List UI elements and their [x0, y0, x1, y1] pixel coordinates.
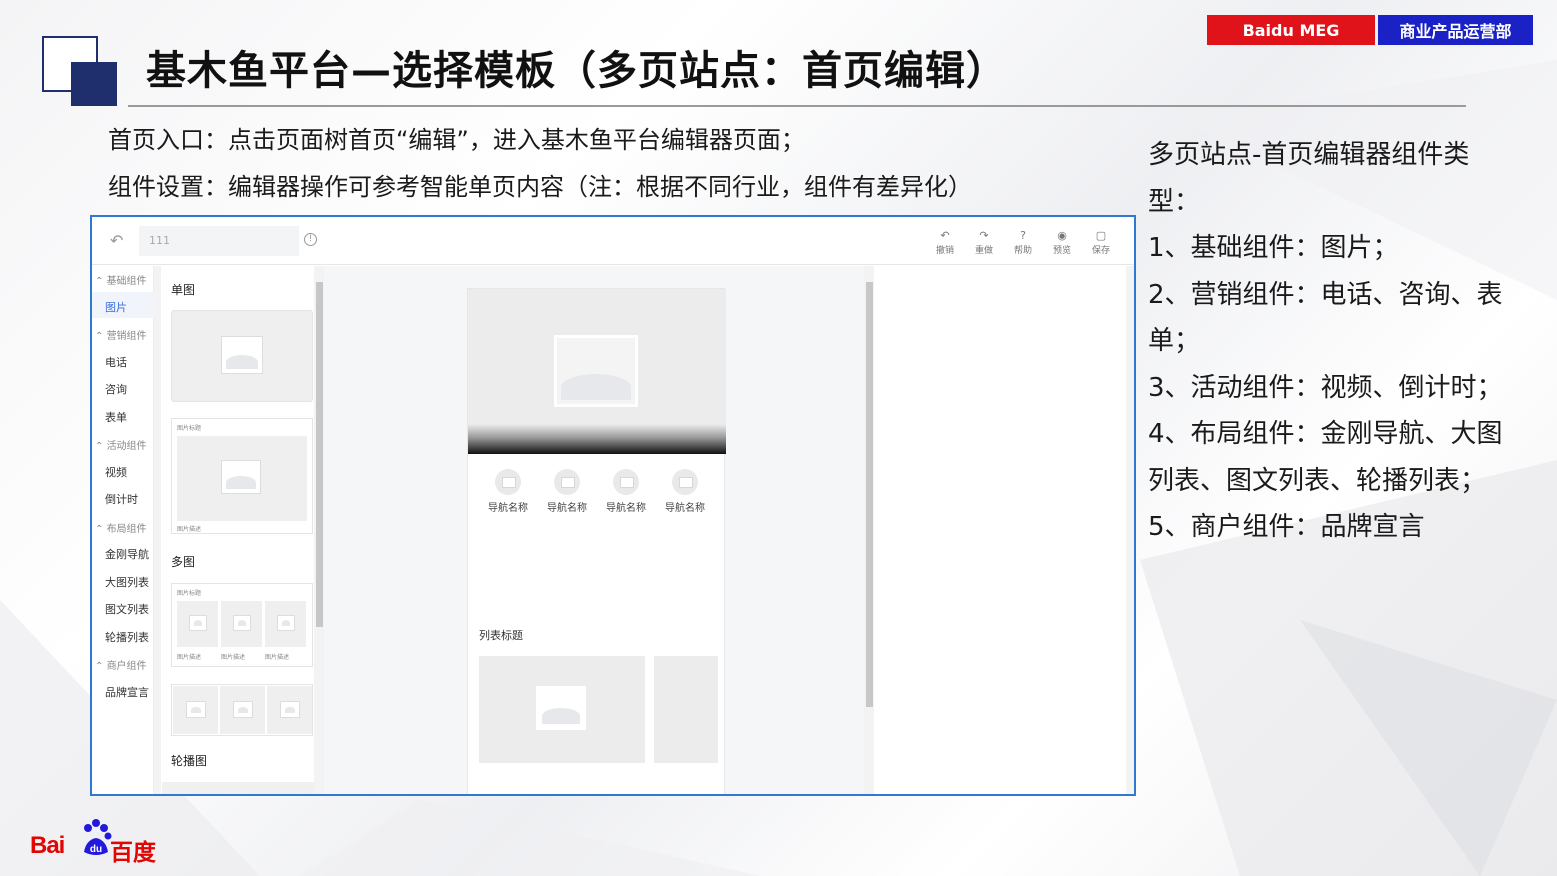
- sidebar-item-countdown[interactable]: 倒计时: [105, 491, 138, 507]
- property-panel: [876, 266, 1134, 794]
- image-placeholder-icon: [554, 335, 638, 407]
- svg-text:du: du: [90, 844, 102, 855]
- library-scrollbar[interactable]: [316, 282, 323, 627]
- phone-preview: 导航名称 导航名称 导航名称 导航名称 列表标题: [467, 288, 726, 794]
- back-icon[interactable]: ↶: [110, 231, 123, 250]
- sidebar-item-brand[interactable]: 品牌宣言: [105, 684, 149, 700]
- header-square-fill: [71, 62, 117, 106]
- info-icon[interactable]: !: [304, 233, 317, 246]
- nav-image-icon: [613, 469, 639, 495]
- panel-item-basic: 1、基础组件：图片；: [1148, 233, 1399, 263]
- panel-item-marketing: 2、营销组件：电话、咨询、表单；: [1148, 279, 1503, 357]
- page-name-input[interactable]: 111: [139, 226, 299, 256]
- sidebar-item-form[interactable]: 表单: [105, 409, 127, 425]
- undo-icon: ↶: [940, 229, 950, 242]
- sidebar-item-nav[interactable]: 金刚导航: [105, 546, 149, 562]
- image-placeholder-icon: [280, 701, 300, 718]
- library-heading-multi: 多图: [171, 555, 196, 569]
- sidebar-group-layout[interactable]: ⌃ 布局组件: [95, 520, 147, 535]
- nav-image-icon: [495, 469, 521, 495]
- title-divider: [128, 105, 1466, 107]
- image-placeholder-icon: [233, 615, 251, 631]
- intro-line-settings: 组件设置：编辑器操作可参考智能单页内容（注：根据不同行业，组件有差异化）: [108, 173, 972, 201]
- panel-item-layout: 4、布局组件：金刚导航、大图列表、图文列表、轮播列表；: [1148, 419, 1503, 496]
- library-heading-carousel: 轮播图: [171, 754, 208, 768]
- eye-icon: ◉: [1057, 229, 1067, 242]
- intro-line-entry: 首页入口：点击页面树首页“编辑”，进入基木鱼平台编辑器页面；: [108, 126, 805, 154]
- baidu-meg-tag: Baidu MEG: [1207, 15, 1375, 45]
- help-button[interactable]: ? 帮助: [1008, 229, 1038, 256]
- list-title: 列表标题: [479, 629, 523, 642]
- nav-item[interactable]: 导航名称: [601, 469, 651, 514]
- sidebar-group-activity[interactable]: ⌃ 活动组件: [95, 437, 147, 452]
- template-multi-image[interactable]: [171, 684, 313, 736]
- sidebar-item-image-text-list[interactable]: 图文列表: [105, 601, 149, 617]
- redo-button[interactable]: ↷ 重做: [969, 229, 999, 256]
- sidebar-group-marketing[interactable]: ⌃ 营销组件: [95, 327, 147, 342]
- panel-item-activity: 3、活动组件：视频、倒计时；: [1148, 372, 1503, 403]
- component-sidebar: ⌃ 基础组件 图片 ⌃ 营销组件 电话 咨询 表单 ⌃ 活动组件 视频 倒计时 …: [92, 266, 154, 794]
- sidebar-item-carousel-list[interactable]: 轮播列表: [105, 629, 149, 645]
- nav-image-icon: [554, 469, 580, 495]
- list-card-image[interactable]: [479, 656, 645, 763]
- editor-toolbar: ↶ 111 ! ↶ 撤销 ↷ 重做 ? 帮助 ◉ 预览 ▢ 保存: [92, 217, 1134, 265]
- template-image-with-caption[interactable]: 图片标题 图片描述: [171, 418, 313, 534]
- banner-image[interactable]: [468, 289, 726, 454]
- nav-item[interactable]: 导航名称: [483, 469, 533, 514]
- baidu-paw-icon: du: [84, 819, 112, 855]
- image-placeholder-icon: [277, 615, 295, 631]
- sidebar-item-consult[interactable]: 咨询: [105, 381, 127, 397]
- preview-button[interactable]: ◉ 预览: [1047, 229, 1077, 256]
- canvas-scrollbar[interactable]: [866, 282, 873, 707]
- sidebar-item-image[interactable]: 图片: [105, 299, 127, 315]
- image-placeholder-icon: [221, 460, 261, 494]
- image-placeholder-icon: [186, 701, 206, 718]
- nav-image-icon: [672, 469, 698, 495]
- help-icon: ?: [1020, 229, 1026, 242]
- component-types-panel: 多页站点-首页编辑器组件类型： 1、基础组件：图片； 2、营销组件：电话、咨询、…: [1148, 132, 1518, 551]
- template-single-image[interactable]: [171, 310, 313, 402]
- save-button[interactable]: ▢ 保存: [1086, 229, 1116, 256]
- image-placeholder-icon: [221, 336, 263, 374]
- sidebar-group-basic[interactable]: ⌃ 基础组件: [95, 272, 147, 287]
- library-h-scrollbar[interactable]: [162, 782, 314, 794]
- list-card-image[interactable]: [654, 656, 718, 763]
- panel-heading: 多页站点-首页编辑器组件类型：: [1148, 140, 1470, 217]
- sidebar-item-phone[interactable]: 电话: [105, 354, 127, 370]
- department-tag: 商业产品运营部: [1378, 15, 1533, 45]
- sidebar-scrollbar[interactable]: [154, 266, 161, 794]
- save-icon: ▢: [1095, 229, 1107, 242]
- baidu-logo: Bai du 百度: [30, 818, 170, 866]
- page-title: 基木鱼平台—选择模板（多页站点：首页编辑）: [146, 48, 1007, 94]
- library-heading-single: 单图: [171, 283, 196, 297]
- image-placeholder-icon: [536, 686, 586, 730]
- panel-item-merchant: 5、商户组件：品牌宣言: [1148, 512, 1425, 542]
- sidebar-group-merchant[interactable]: ⌃ 商户组件: [95, 657, 147, 672]
- nav-item[interactable]: 导航名称: [660, 469, 710, 514]
- component-library: 单图 图片标题 图片描述 多图 图片标题 图片描述 图片描述 图片描述 轮播图: [162, 266, 314, 794]
- editor-screenshot: ↶ 111 ! ↶ 撤销 ↷ 重做 ? 帮助 ◉ 预览 ▢ 保存 ⌃ 基础组件 …: [90, 215, 1136, 796]
- nav-item[interactable]: 导航名称: [542, 469, 592, 514]
- template-multi-image-caption[interactable]: 图片标题 图片描述 图片描述 图片描述: [171, 583, 313, 667]
- image-placeholder-icon: [233, 701, 253, 718]
- property-scrollbar[interactable]: [1126, 266, 1134, 794]
- undo-button[interactable]: ↶ 撤销: [930, 229, 960, 256]
- image-placeholder-icon: [189, 615, 207, 631]
- sidebar-item-big-list[interactable]: 大图列表: [105, 574, 149, 590]
- sidebar-item-video[interactable]: 视频: [105, 464, 127, 480]
- editor-canvas: 导航名称 导航名称 导航名称 导航名称 列表标题: [324, 266, 864, 794]
- redo-icon: ↷: [979, 229, 989, 242]
